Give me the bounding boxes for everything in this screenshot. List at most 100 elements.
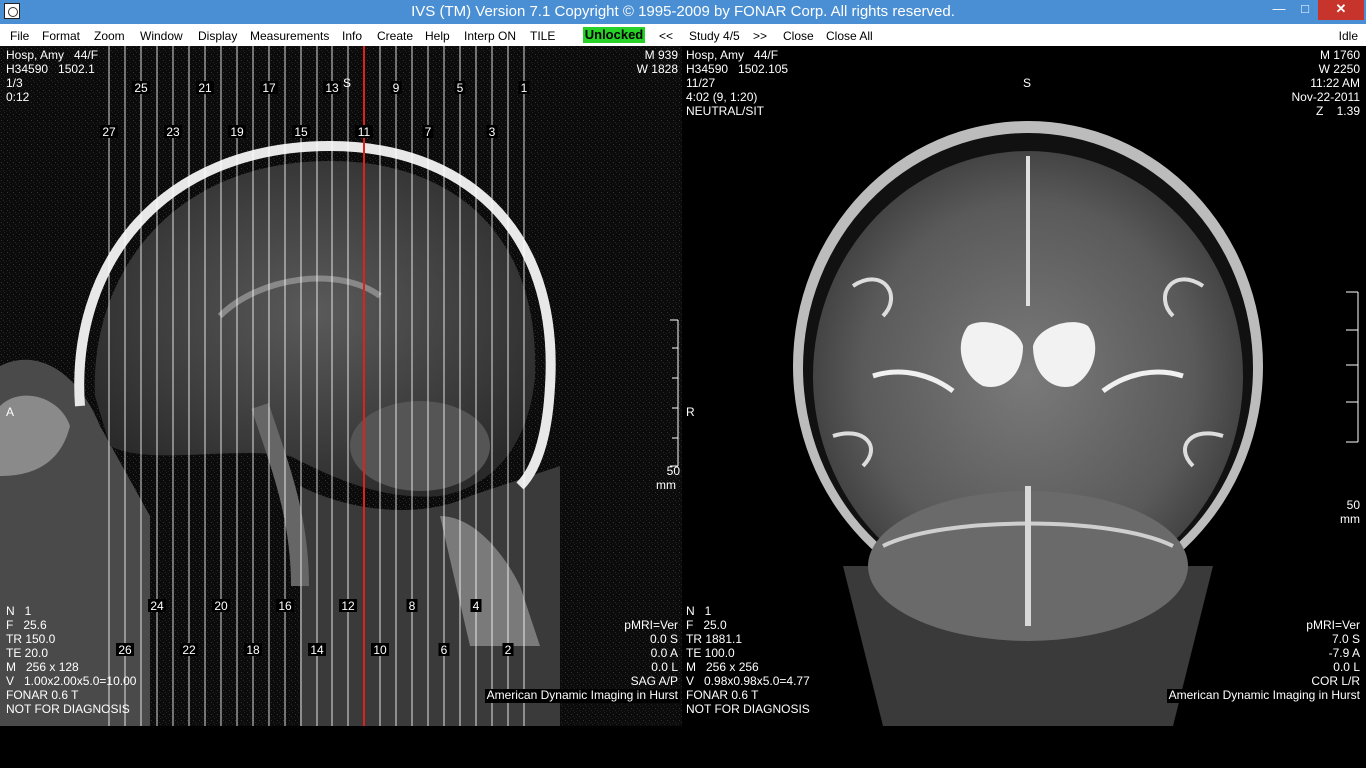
site-name: American Dynamic Imaging in Hurst	[484, 688, 680, 703]
field-strength: FONAR 0.6 T	[6, 688, 79, 702]
slice-label-20: 20	[214, 599, 228, 613]
orient-right: R	[686, 405, 695, 419]
slice-label-19: 19	[230, 125, 244, 139]
unlocked-badge[interactable]: Unlocked	[583, 27, 645, 43]
slice-label-14: 14	[310, 643, 324, 657]
pos-a: 0.0 A	[650, 646, 678, 660]
series-index: 11/27	[686, 76, 716, 90]
seq-tr: TR 150.0	[6, 632, 56, 646]
slice-label-18: 18	[246, 643, 260, 657]
seq-tr: TR 1881.1	[686, 632, 743, 646]
slice-label-11: 11	[358, 125, 371, 139]
coronal-viewport[interactable]: 50 mm Hosp, Amy 44/F H34590 1502.105 11/…	[683, 46, 1366, 726]
prev-study-button[interactable]: <<	[659, 29, 673, 43]
slice-label-27: 27	[102, 125, 116, 139]
pos-a: -7.9 A	[1328, 646, 1360, 660]
zoom-factor: Z 1.39	[1315, 104, 1360, 118]
slice-label-6: 6	[441, 643, 448, 657]
window-level: M 939	[644, 48, 678, 62]
slice-label-2: 2	[505, 643, 512, 657]
slice-label-21: 21	[198, 81, 212, 95]
scale-value: 50	[666, 464, 680, 478]
pos-s: 7.0 S	[1331, 632, 1360, 646]
slice-label-9: 9	[393, 81, 400, 95]
slice-label-10: 10	[373, 643, 387, 657]
slice-label-1: 1	[521, 81, 528, 95]
orient-superior: S	[343, 76, 352, 90]
menu-help[interactable]: Help	[425, 29, 450, 43]
scan-date: Nov-22-2011	[1291, 90, 1360, 104]
slice-label-3: 3	[489, 125, 496, 139]
seq-te: TE 20.0	[6, 646, 49, 660]
patient-id: H34590 1502.105	[686, 62, 789, 76]
pmri-label: pMRI=Ver	[624, 618, 678, 632]
menu-display[interactable]: Display	[198, 29, 237, 43]
seq-matrix: M 256 x 128	[6, 660, 79, 674]
patient-position: NEUTRAL/SIT	[686, 104, 765, 118]
pos-s: 0.0 S	[649, 632, 678, 646]
slice-label-15: 15	[294, 125, 308, 139]
close-window-button[interactable]: ✕	[1318, 0, 1364, 20]
pos-l: 0.0 L	[1333, 660, 1360, 674]
scan-time: 0:12	[6, 90, 30, 104]
slice-label-8: 8	[409, 599, 416, 613]
slice-line-overlay[interactable]: 1234567891011121314151617181920212223242…	[0, 46, 682, 726]
maximize-button[interactable]: □	[1292, 0, 1318, 20]
menu-create[interactable]: Create	[377, 29, 413, 43]
status-text: Idle	[1338, 29, 1358, 43]
menu-bar: File Format Zoom Window Display Measurem…	[0, 24, 1366, 46]
next-study-button[interactable]: >>	[753, 29, 767, 43]
slice-label-5: 5	[457, 81, 464, 95]
menu-info[interactable]: Info	[342, 29, 362, 43]
menu-measurements[interactable]: Measurements	[250, 29, 329, 43]
series-index: 1/3	[6, 76, 23, 90]
field-strength: FONAR 0.6 T	[686, 688, 759, 702]
interp-toggle[interactable]: Interp ON	[464, 29, 516, 43]
slice-label-7: 7	[425, 125, 432, 139]
sagittal-viewport[interactable]: 1 2 3 4 5 6 7 8 9 10 11 12 13 14 15 16 17 18 19 20 21 22 23 24 2…	[0, 46, 682, 726]
plane: SAG A/P	[630, 674, 678, 688]
seq-n: N 1	[686, 604, 712, 618]
orient-anterior: A	[6, 405, 15, 419]
window-width: W 2250	[1318, 62, 1360, 76]
slice-label-12: 12	[341, 599, 355, 613]
menu-window[interactable]: Window	[140, 29, 183, 43]
patient-id: H34590 1502.1	[6, 62, 95, 76]
orient-superior: S	[1023, 76, 1032, 90]
pmri-label: pMRI=Ver	[1306, 618, 1360, 632]
pos-l: 0.0 L	[651, 660, 678, 674]
tile-button[interactable]: TILE	[530, 29, 555, 43]
menu-file[interactable]: File	[10, 29, 29, 43]
slice-label-26: 26	[118, 643, 132, 657]
scale-unit: mm	[656, 478, 676, 492]
disclaimer: NOT FOR DIAGNOSIS	[684, 702, 812, 717]
scale-bar	[1346, 291, 1359, 443]
status-strip	[0, 726, 1366, 768]
seq-voxel: V 0.98x0.98x5.0=4.77	[684, 674, 812, 689]
close-study-button[interactable]: Close	[783, 29, 814, 43]
seq-voxel: V 1.00x2.00x5.0=10.00	[6, 674, 137, 688]
seq-f: F 25.6	[6, 618, 47, 632]
plane: COR L/R	[1311, 674, 1360, 688]
study-indicator: Study 4/5	[689, 29, 740, 43]
title-bar: IVS (TM) Version 7.1 Copyright © 1995-20…	[0, 0, 1366, 24]
scan-time: 4:02 (9, 1:20)	[686, 90, 758, 104]
coronal-mri-image	[683, 46, 1366, 726]
menu-zoom[interactable]: Zoom	[94, 29, 125, 43]
window-level: M 1760	[1319, 48, 1360, 62]
scale-bar	[670, 319, 679, 467]
close-all-button[interactable]: Close All	[826, 29, 873, 43]
patient-name: Hosp, Amy 44/F	[6, 48, 99, 62]
site-name: American Dynamic Imaging in Hurst	[1166, 688, 1362, 703]
scale-unit: mm	[1340, 512, 1360, 526]
menu-format[interactable]: Format	[42, 29, 80, 43]
scan-clock: 11:22 AM	[1310, 76, 1360, 90]
disclaimer: NOT FOR DIAGNOSIS	[6, 702, 130, 716]
slice-label-22: 22	[182, 643, 196, 657]
seq-f: F 25.0	[686, 618, 727, 632]
slice-label-4: 4	[473, 599, 480, 613]
seq-n: N 1	[6, 604, 32, 618]
slice-label-25: 25	[134, 81, 148, 95]
slice-label-23: 23	[166, 125, 180, 139]
minimize-button[interactable]: —	[1266, 0, 1292, 20]
